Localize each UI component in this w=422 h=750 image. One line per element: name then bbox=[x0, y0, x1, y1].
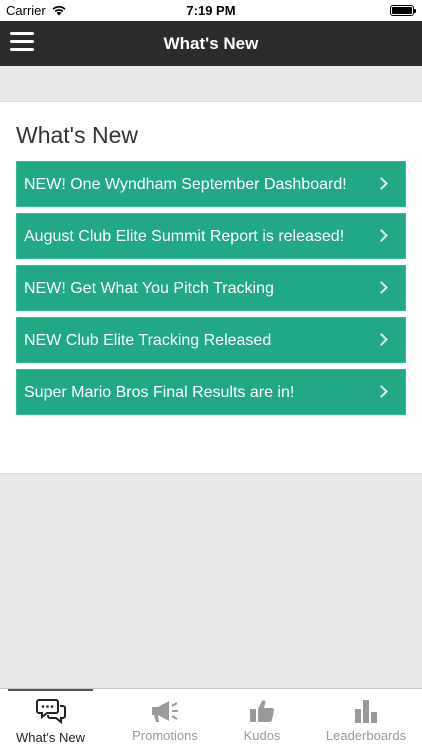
tab-leaderboards[interactable]: Leaderboards bbox=[318, 693, 414, 749]
news-item-label: NEW Club Elite Tracking Released bbox=[24, 332, 272, 349]
app-screen: Carrier 7:19 PM What's New What's New NE… bbox=[0, 0, 422, 750]
nav-title: What's New bbox=[163, 34, 259, 53]
status-time: 7:19 PM bbox=[186, 3, 236, 18]
tab-label: Kudos bbox=[243, 728, 281, 743]
news-list: NEW! One Wyndham September Dashboard! Au… bbox=[16, 161, 406, 421]
news-item-label: NEW! Get What You Pitch Tracking bbox=[24, 280, 274, 297]
tab-label: What's New bbox=[16, 730, 85, 745]
chevron-right-icon bbox=[375, 281, 388, 294]
battery-icon bbox=[390, 5, 416, 16]
tab-label: Promotions bbox=[132, 728, 198, 743]
news-item-label: NEW! One Wyndham September Dashboard! bbox=[24, 176, 347, 193]
section-title: What's New bbox=[16, 122, 138, 148]
active-tab-indicator bbox=[8, 689, 93, 691]
chevron-right-icon bbox=[375, 229, 388, 242]
tab-whats-new[interactable]: What's New bbox=[8, 693, 93, 749]
news-item-label: Super Mario Bros Final Results are in! bbox=[24, 384, 295, 401]
megaphone-icon bbox=[152, 701, 178, 722]
status-bar: Carrier 7:19 PM bbox=[0, 0, 422, 21]
chevron-right-icon bbox=[375, 177, 388, 190]
tab-label: Leaderboards bbox=[325, 728, 407, 743]
chevron-right-icon bbox=[375, 385, 388, 398]
news-item[interactable]: Super Mario Bros Final Results are in! bbox=[16, 369, 406, 415]
news-item[interactable]: NEW! One Wyndham September Dashboard! bbox=[16, 161, 406, 207]
news-item[interactable]: NEW Club Elite Tracking Released bbox=[16, 317, 406, 363]
tab-promotions[interactable]: Promotions bbox=[120, 693, 210, 749]
news-item[interactable]: August Club Elite Summit Report is relea… bbox=[16, 213, 406, 259]
news-item-label: August Club Elite Summit Report is relea… bbox=[24, 228, 345, 245]
news-item[interactable]: NEW! Get What You Pitch Tracking bbox=[16, 265, 406, 311]
tab-kudos[interactable]: Kudos bbox=[222, 693, 302, 749]
bar-chart-icon bbox=[355, 700, 377, 723]
thumbs-up-icon bbox=[250, 700, 275, 723]
nav-bar: What's New bbox=[0, 21, 422, 66]
whats-new-card: What's New NEW! One Wyndham September Da… bbox=[0, 101, 422, 474]
chat-bubbles-icon bbox=[35, 699, 66, 725]
chevron-right-icon bbox=[375, 333, 388, 346]
tab-bar: What's New Promotions Kudos Leaderboards bbox=[0, 688, 422, 750]
